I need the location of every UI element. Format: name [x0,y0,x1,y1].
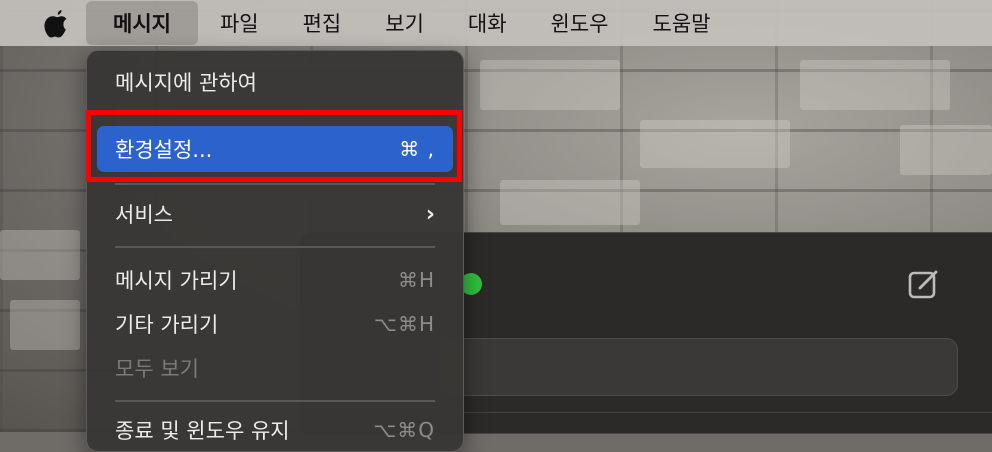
shortcut-label: ⌥⌘H [373,312,435,336]
menu-file[interactable]: 파일 [198,0,281,46]
menu-item-hide-messages[interactable]: 메시지 가리기 ⌘H [87,260,463,300]
brick [640,120,790,168]
menu-separator [115,183,435,185]
brick [480,60,620,110]
brick [10,300,80,350]
menu-item-label: 메시지 가리기 [115,269,238,293]
chevron-right-icon: › [425,201,435,227]
menu-separator [115,246,435,248]
shortcut-label: ⌘H [397,268,435,292]
menu-separator [115,400,435,402]
menu-item-label: 모두 보기 [115,357,199,381]
annotation-highlight-box [86,110,462,182]
brick [900,125,992,175]
menu-view[interactable]: 보기 [363,0,446,46]
brick [0,230,80,280]
menu-item-label: 종료 및 윈도우 유지 [115,419,290,443]
menu-item-hide-others[interactable]: 기타 가리기 ⌥⌘H [87,304,463,344]
brick [800,60,950,110]
compose-icon[interactable] [906,266,942,302]
menu-edit[interactable]: 편집 [281,0,364,46]
menu-bar: 메시지 파일 편집 보기 대화 윈도우 도움말 [0,0,992,46]
menu-window[interactable]: 윈도우 [529,0,631,46]
menu-messages[interactable]: 메시지 [86,1,198,45]
menu-item-about[interactable]: 메시지에 관하여 [87,62,463,102]
shortcut-label: ⌥⌘Q [373,418,435,442]
menu-item-label: 서비스 [115,203,173,227]
menu-conversation[interactable]: 대화 [446,0,529,46]
menu-item-show-all: 모두 보기 [87,348,463,388]
search-input[interactable] [440,338,958,396]
menu-item-quit-keep-windows[interactable]: 종료 및 윈도우 유지 ⌥⌘Q [87,410,463,450]
menu-item-label: 메시지에 관하여 [115,71,257,95]
menu-item-label: 기타 가리기 [115,313,219,337]
menu-item-services[interactable]: 서비스 › [87,194,463,234]
brick [500,180,640,225]
menu-help[interactable]: 도움말 [631,0,733,46]
apple-logo-icon[interactable] [34,0,80,46]
